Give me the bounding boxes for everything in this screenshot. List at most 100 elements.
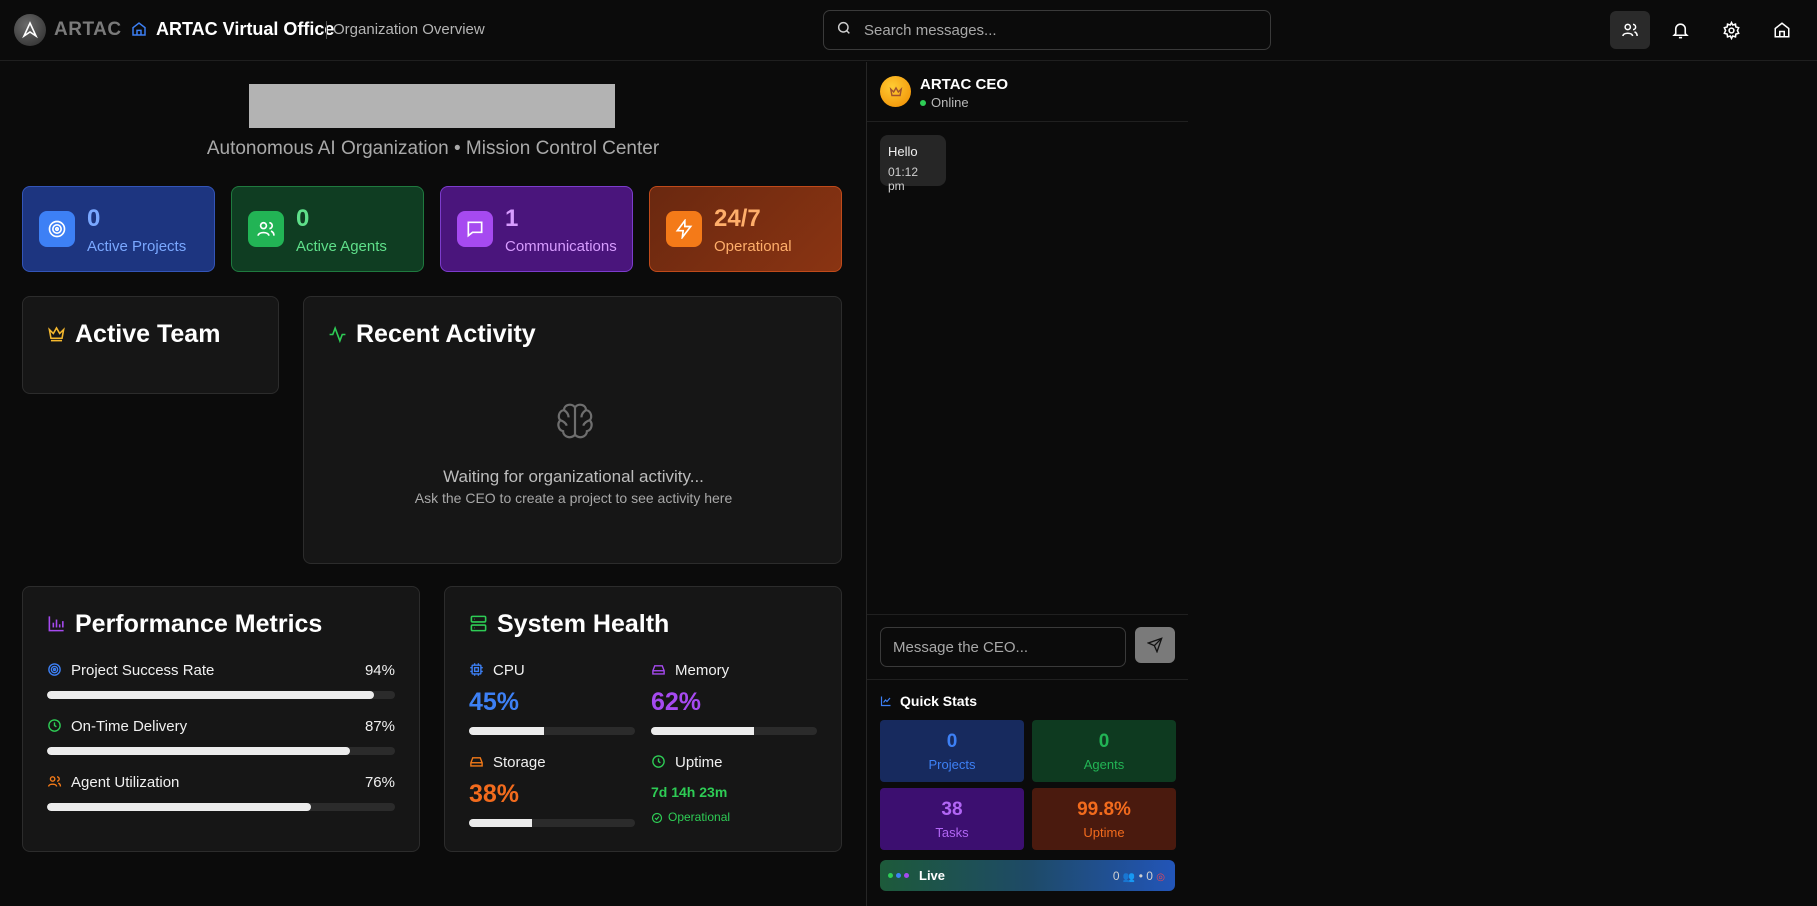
bar-chart-icon [47, 614, 66, 638]
main-content: Autonomous AI Organization • Mission Con… [0, 62, 866, 906]
message-text: Hello [888, 144, 918, 159]
home-icon [1774, 22, 1790, 38]
target-icon: ◎ [1156, 872, 1165, 883]
lightning-icon [666, 211, 702, 247]
stat-value: 0 [87, 205, 101, 232]
presence-label: Online [931, 95, 969, 110]
stat-label: Active Projects [87, 238, 187, 255]
message-time: 01:12 pm [888, 165, 919, 193]
logo-icon [14, 14, 46, 46]
memory-icon [651, 662, 666, 682]
cpu-icon [469, 662, 484, 682]
live-dots-icon [888, 873, 909, 878]
cpu-value: 45% [469, 688, 520, 716]
storage-value: 38% [469, 780, 520, 808]
home-icon [131, 21, 147, 42]
chat-header: ARTAC CEO Online [867, 62, 1188, 122]
stat-value: 1 [505, 205, 519, 232]
search-icon [836, 20, 852, 41]
live-status-bar: Live 0 👥 • 0 ◎ [880, 860, 1175, 891]
message-icon [457, 211, 493, 247]
message-composer [867, 614, 1188, 680]
live-count-agents: 0 [1112, 869, 1120, 883]
server-icon [469, 614, 488, 638]
quick-stat-label: Agents [1083, 757, 1125, 772]
home-button[interactable] [1762, 11, 1802, 49]
metric-value: 94% [364, 662, 395, 679]
metric-label: Project Success Rate [71, 662, 215, 679]
clock-icon [651, 754, 666, 774]
users-icon [1622, 23, 1638, 37]
stat-card-operational[interactable]: 24/7 Operational [649, 186, 842, 272]
quick-stats-title: Quick Stats [900, 693, 978, 709]
quick-stats-header: Quick Stats [880, 693, 977, 709]
stat-label: Operational [714, 238, 792, 255]
empty-state-hint: Ask the CEO to create a project to see a… [414, 490, 733, 506]
chat-message: Hello 01:12 pm [880, 135, 946, 193]
team-button[interactable] [1610, 11, 1650, 49]
quick-stat-label: Tasks [935, 825, 969, 840]
activity-icon [328, 325, 347, 349]
progress-bar [47, 691, 395, 699]
uptime-value: 7d 14h 23m [651, 784, 728, 800]
office-title: ARTAC Virtual Office [156, 19, 335, 39]
progress-bar [47, 803, 395, 811]
avatar [880, 76, 911, 107]
header-separator [326, 21, 327, 39]
cpu-bar [469, 727, 635, 735]
stat-card-projects[interactable]: 0 Active Projects [22, 186, 215, 272]
quick-stat-label: Projects [928, 757, 976, 772]
storage-bar [469, 819, 635, 827]
quick-stat-value: 99.8% [1077, 799, 1131, 820]
presence-status: Online [920, 95, 969, 110]
users-icon [248, 211, 284, 247]
stat-label: Communications [505, 238, 617, 255]
page-subtitle: Autonomous AI Organization • Mission Con… [206, 138, 660, 159]
stat-value: 0 [296, 205, 310, 232]
check-circle-icon [651, 811, 663, 829]
notifications-button[interactable] [1660, 11, 1700, 49]
storage-label: Storage [493, 754, 546, 771]
clock-icon [47, 718, 62, 738]
quick-stat-tasks[interactable]: 38 Tasks [880, 788, 1024, 850]
memory-bar [651, 727, 817, 735]
users-icon: 👥 [1122, 872, 1136, 883]
metric-value: 76% [364, 774, 395, 791]
active-team-panel: Active Team [22, 296, 279, 394]
performance-metrics-panel: Performance Metrics Project Success Rate… [22, 586, 420, 852]
uptime-status: Operational [668, 810, 731, 824]
metric-label: On-Time Delivery [71, 718, 188, 735]
send-icon [1147, 637, 1163, 653]
recent-activity-panel: Recent Activity Waiting for organization… [303, 296, 842, 564]
redacted-banner [249, 84, 615, 128]
panel-title: Active Team [75, 320, 221, 348]
quick-stat-value: 0 [1098, 731, 1110, 752]
quick-stat-projects[interactable]: 0 Projects [880, 720, 1024, 782]
search-box[interactable] [823, 10, 1271, 50]
settings-button[interactable] [1711, 11, 1751, 49]
stat-value: 24/7 [714, 205, 761, 232]
message-input[interactable] [880, 627, 1126, 667]
memory-value: 62% [651, 688, 702, 716]
section-title: Organization Overview [333, 21, 485, 38]
stat-card-communications[interactable]: 1 Communications [440, 186, 633, 272]
search-input[interactable] [864, 21, 1244, 39]
memory-label: Memory [675, 662, 730, 679]
ceo-chat-panel: ARTAC CEO Online Hello 01:12 pm Quick St… [866, 62, 1188, 906]
trend-chart-icon [880, 696, 891, 707]
target-icon [39, 211, 75, 247]
stat-card-agents[interactable]: 0 Active Agents [231, 186, 424, 272]
panel-title: System Health [497, 610, 670, 638]
uptime-label: Uptime [675, 754, 723, 771]
chat-contact-name: ARTAC CEO [920, 76, 1009, 93]
quick-stat-agents[interactable]: 0 Agents [1032, 720, 1176, 782]
stat-label: Active Agents [296, 238, 387, 255]
target-icon [47, 662, 62, 682]
gear-icon [1722, 20, 1740, 40]
storage-icon [469, 754, 484, 774]
top-bar: ARTAC ARTAC Virtual Office Organization … [0, 0, 1817, 61]
send-button[interactable] [1135, 627, 1175, 663]
panel-title: Recent Activity [356, 320, 536, 348]
quick-stat-uptime[interactable]: 99.8% Uptime [1032, 788, 1176, 850]
cpu-label: CPU [493, 662, 525, 679]
